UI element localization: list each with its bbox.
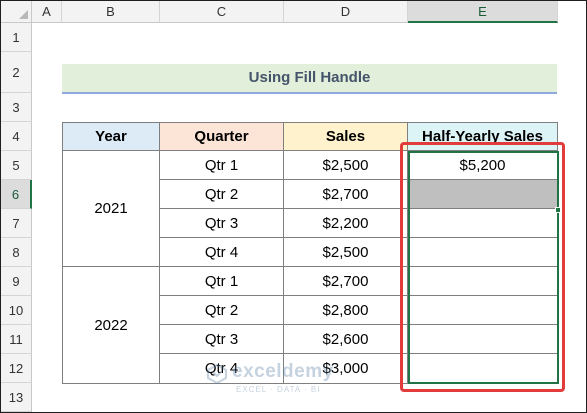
quarter-cell[interactable]: Qtr 3 (160, 325, 284, 354)
row-header-11[interactable]: 11 (1, 325, 32, 354)
half-yearly-cell[interactable] (408, 267, 558, 296)
half-yearly-cell[interactable] (408, 209, 558, 238)
row-header-4[interactable]: 4 (1, 122, 32, 151)
row-header-5[interactable]: 5 (1, 151, 32, 180)
sales-cell[interactable]: $2,800 (284, 296, 408, 325)
row-header-8[interactable]: 8 (1, 238, 32, 267)
row-header-7[interactable]: 7 (1, 209, 32, 238)
exceldemy-logo-icon (207, 363, 227, 385)
sales-cell[interactable]: $2,700 (284, 180, 408, 209)
half-yearly-cell[interactable] (408, 296, 558, 325)
header-year[interactable]: Year (63, 123, 160, 151)
row-header-1[interactable]: 1 (1, 23, 32, 52)
column-header-c[interactable]: C (160, 1, 284, 23)
quarter-cell[interactable]: Qtr 3 (160, 209, 284, 238)
year-cell-2022[interactable]: 2022 (63, 267, 160, 384)
header-sales[interactable]: Sales (284, 123, 408, 151)
row-header-13[interactable]: 13 (1, 383, 32, 412)
sales-cell[interactable]: $2,600 (284, 325, 408, 354)
column-header-b[interactable]: B (62, 1, 160, 23)
row-header-3[interactable]: 3 (1, 93, 32, 122)
column-header-d[interactable]: D (284, 1, 408, 23)
watermark: exceldemy EXCEL · DATA · BI (206, 359, 376, 399)
half-yearly-cell[interactable]: $5,200 (408, 151, 558, 180)
half-yearly-cell-active[interactable] (408, 180, 558, 209)
quarter-cell[interactable]: Qtr 2 (160, 180, 284, 209)
quarter-cell[interactable]: Qtr 4 (160, 238, 284, 267)
watermark-tagline: EXCEL · DATA · BI (236, 385, 321, 394)
select-all-corner[interactable] (1, 1, 32, 23)
sales-cell[interactable]: $2,500 (284, 151, 408, 180)
column-header-e[interactable]: E (408, 1, 558, 23)
row-header-10[interactable]: 10 (1, 296, 32, 325)
fill-handle[interactable] (555, 207, 561, 213)
half-yearly-cell[interactable] (408, 325, 558, 354)
row-header-6[interactable]: 6 (1, 180, 32, 209)
quarter-cell[interactable]: Qtr 1 (160, 151, 284, 180)
sales-cell[interactable]: $2,500 (284, 238, 408, 267)
select-all-triangle-icon (19, 10, 28, 19)
sales-cell[interactable]: $2,700 (284, 267, 408, 296)
quarter-cell[interactable]: Qtr 2 (160, 296, 284, 325)
row-header-9[interactable]: 9 (1, 267, 32, 296)
quarter-cell[interactable]: Qtr 1 (160, 267, 284, 296)
row-header-2[interactable]: 2 (1, 52, 32, 93)
column-header-a[interactable]: A (32, 1, 62, 23)
spreadsheet-window: A B C D E 1 2 3 4 5 6 7 8 9 10 11 12 13 … (0, 0, 587, 413)
header-quarter[interactable]: Quarter (160, 123, 284, 151)
watermark-name: exceldemy (232, 361, 334, 382)
sales-cell[interactable]: $2,200 (284, 209, 408, 238)
year-cell-2021[interactable]: 2021 (63, 151, 160, 267)
sheet-title[interactable]: Using Fill Handle (62, 64, 557, 94)
half-yearly-cell[interactable] (408, 354, 558, 384)
row-header-12[interactable]: 12 (1, 354, 32, 383)
header-half-yearly-sales[interactable]: Half-Yearly Sales (408, 123, 558, 151)
half-yearly-cell[interactable] (408, 238, 558, 267)
